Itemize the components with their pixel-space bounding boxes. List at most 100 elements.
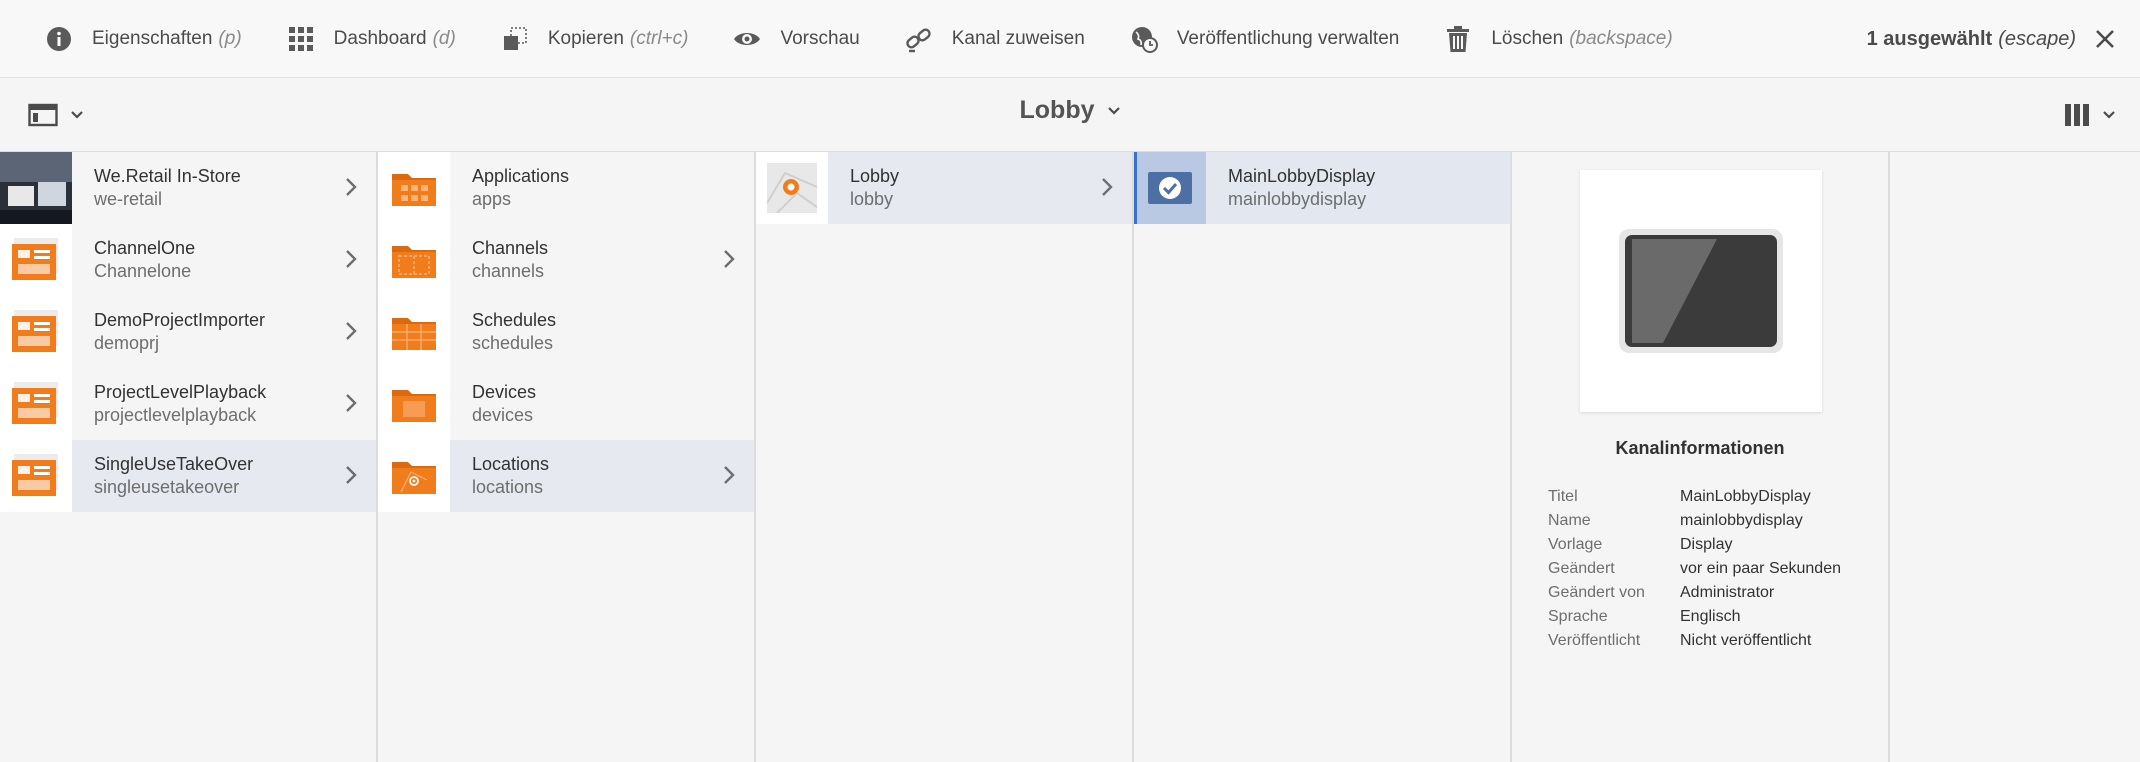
close-icon bbox=[2096, 30, 2114, 48]
properties-shortcut: (p) bbox=[218, 27, 242, 49]
project-thumbnail bbox=[0, 296, 72, 368]
manage-publication-button[interactable]: Veröffentlichung verwalten bbox=[1107, 0, 1422, 78]
property-key: Geändert von bbox=[1548, 584, 1645, 601]
properties-button[interactable]: Eigenschaften (p) bbox=[0, 0, 264, 78]
item-name: lobby bbox=[850, 189, 894, 209]
project-icon bbox=[12, 454, 58, 496]
location-map-icon bbox=[767, 163, 817, 213]
page-title-text: Lobby bbox=[1019, 96, 1095, 124]
delete-shortcut: (backspace) bbox=[1569, 27, 1673, 49]
page-title-dropdown[interactable]: Lobby bbox=[1020, 96, 1121, 124]
location-thumbnail bbox=[756, 152, 828, 224]
item-title: ChannelOne bbox=[94, 238, 196, 258]
dashboard-button[interactable]: Dashboard (d) bbox=[264, 0, 478, 78]
copy-label: Kopieren bbox=[547, 27, 624, 49]
list-item[interactable]: Schedules schedules bbox=[378, 296, 754, 368]
preview-button[interactable]: Vorschau bbox=[710, 0, 881, 78]
view-switcher-button[interactable] bbox=[2064, 98, 2116, 132]
list-item[interactable]: DemoProjectImporter demoprj bbox=[0, 296, 376, 368]
folder-devices-icon bbox=[392, 390, 436, 422]
list-item[interactable]: We.Retail In-Store we-retail bbox=[0, 152, 376, 224]
item-name: we-retail bbox=[94, 189, 163, 209]
item-title: Applications bbox=[472, 166, 570, 186]
property-value: Display bbox=[1680, 536, 1733, 553]
manage-publication-label: Veröffentlichung verwalten bbox=[1176, 27, 1400, 49]
copy-shortcut: (ctrl+c) bbox=[629, 27, 689, 49]
folder-thumbnail bbox=[378, 152, 450, 224]
project-thumbnail bbox=[0, 368, 72, 440]
list-item[interactable]: Locations locations bbox=[378, 440, 754, 512]
properties-label: Eigenschaften bbox=[92, 27, 213, 49]
item-title: Locations bbox=[472, 454, 550, 474]
property-key: Vorlage bbox=[1548, 536, 1603, 553]
empty-column-area bbox=[1890, 152, 2140, 762]
project-thumbnail bbox=[0, 152, 72, 224]
info-icon bbox=[44, 24, 74, 54]
chevron-right-icon bbox=[346, 178, 357, 196]
item-title: ProjectLevelPlayback bbox=[94, 382, 267, 402]
display-icon bbox=[1619, 229, 1783, 353]
close-selection-button[interactable] bbox=[2090, 24, 2120, 54]
property-key: Geändert bbox=[1548, 560, 1615, 577]
chevron-down-icon bbox=[2103, 111, 2115, 119]
copy-icon bbox=[500, 24, 530, 54]
assign-channel-button[interactable]: Kanal zuweisen bbox=[882, 0, 1107, 78]
column-locations: Lobby lobby bbox=[756, 152, 1134, 762]
property-key: Titel bbox=[1548, 488, 1578, 505]
item-name: demoprj bbox=[94, 333, 160, 353]
item-name: devices bbox=[472, 405, 534, 425]
property-value: Administrator bbox=[1680, 584, 1775, 601]
list-item[interactable]: SingleUseTakeOver singleusetakeover bbox=[0, 440, 376, 512]
list-item[interactable]: Lobby lobby bbox=[756, 152, 1132, 224]
column-projects: We.Retail In-Store we-retail ChannelOne … bbox=[0, 152, 378, 762]
item-name: channels bbox=[472, 261, 545, 281]
globe-clock-icon bbox=[1129, 24, 1159, 54]
property-key: Name bbox=[1548, 512, 1591, 529]
delete-label: Löschen bbox=[1491, 27, 1564, 49]
list-item[interactable]: Devices devices bbox=[378, 368, 754, 440]
item-title: Channels bbox=[472, 238, 549, 258]
item-name: singleusetakeover bbox=[94, 477, 240, 497]
column-folders: Applications apps Channels channels Sche… bbox=[378, 152, 756, 762]
column-view-icon bbox=[2065, 104, 2089, 126]
chevron-right-icon bbox=[346, 322, 357, 340]
project-icon bbox=[12, 310, 58, 352]
list-item[interactable]: MainLobbyDisplay mainlobbydisplay bbox=[1134, 152, 1510, 224]
dashboard-shortcut: (d) bbox=[432, 27, 456, 49]
chevron-right-icon bbox=[346, 394, 357, 412]
item-title: We.Retail In-Store bbox=[94, 166, 241, 186]
item-title: SingleUseTakeOver bbox=[94, 454, 254, 474]
eye-icon bbox=[732, 24, 762, 54]
copy-button[interactable]: Kopieren (ctrl+c) bbox=[478, 0, 711, 78]
list-item[interactable]: ProjectLevelPlayback projectlevelplaybac… bbox=[0, 368, 376, 440]
column-view: We.Retail In-Store we-retail ChannelOne … bbox=[0, 152, 2140, 762]
property-key: Sprache bbox=[1548, 608, 1608, 625]
property-row: Geändert vor ein paar Sekunden bbox=[1548, 557, 1888, 581]
chevron-down-icon bbox=[1107, 107, 1120, 115]
delete-button[interactable]: Löschen (backspace) bbox=[1421, 0, 1694, 78]
chevron-right-icon bbox=[346, 466, 357, 484]
preview-label: Vorschau bbox=[780, 27, 860, 49]
link-icon bbox=[904, 24, 934, 54]
item-name: Channelone bbox=[94, 261, 192, 281]
dashboard-label: Dashboard bbox=[333, 27, 427, 49]
item-title: MainLobbyDisplay bbox=[1228, 166, 1376, 186]
property-value: vor ein paar Sekunden bbox=[1680, 560, 1841, 577]
list-item[interactable]: Applications apps bbox=[378, 152, 754, 224]
chevron-right-icon bbox=[346, 250, 357, 268]
property-row: Vorlage Display bbox=[1548, 533, 1888, 557]
list-item[interactable]: ChannelOne Channelone bbox=[0, 224, 376, 296]
property-row: Sprache Englisch bbox=[1548, 605, 1888, 629]
folder-channels-icon bbox=[392, 246, 436, 278]
folder-thumbnail bbox=[378, 296, 450, 368]
list-item[interactable]: Channels channels bbox=[378, 224, 754, 296]
selection-count: 1 ausgewählt (escape) bbox=[1867, 0, 2076, 78]
preview-card bbox=[1580, 170, 1822, 412]
folder-thumbnail bbox=[378, 224, 450, 296]
property-value: Englisch bbox=[1680, 608, 1741, 625]
page-title: Lobby bbox=[0, 96, 2140, 125]
project-thumbnail bbox=[0, 440, 72, 512]
folder-thumbnail bbox=[378, 440, 450, 512]
property-value: MainLobbyDisplay bbox=[1680, 488, 1811, 505]
item-name: locations bbox=[472, 477, 544, 497]
